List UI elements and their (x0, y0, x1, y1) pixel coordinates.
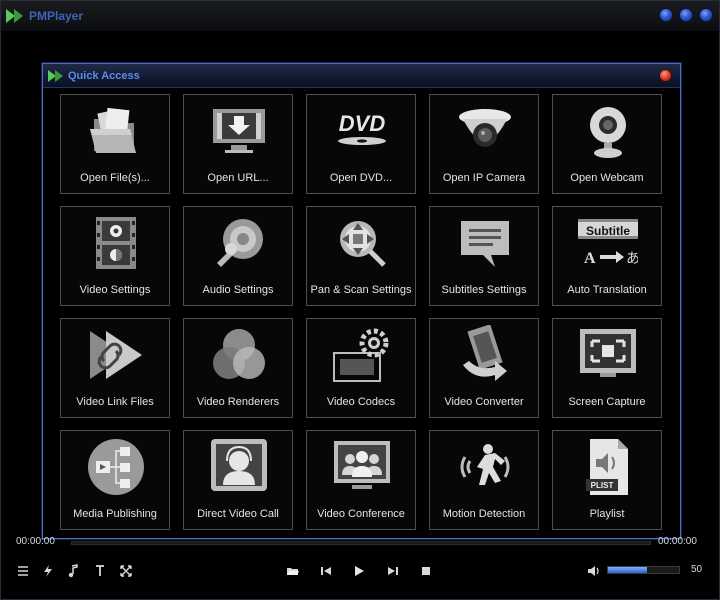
maximize-button[interactable] (679, 8, 693, 22)
tile-label: Video Codecs (326, 396, 396, 408)
tile-label: Open Webcam (570, 172, 644, 184)
subtitles-icon (461, 221, 509, 267)
tile-label: Screen Capture (568, 396, 646, 408)
tile-label: Pan & Scan Settings (310, 284, 412, 296)
tile-media-publishing[interactable]: Media Publishing (60, 430, 170, 530)
app-logo-icon (6, 9, 23, 23)
pan-scan-icon (340, 221, 386, 267)
tile-label: Open DVD... (329, 172, 393, 184)
tile-open-files[interactable]: Open File(s)... (60, 94, 170, 194)
tile-open-webcam[interactable]: Open Webcam (552, 94, 662, 194)
music-note-icon[interactable] (63, 561, 83, 581)
close-button[interactable] (699, 8, 713, 22)
previous-icon[interactable] (316, 561, 336, 581)
main-window: PMPlayer Quick Access Open File(s)... Op… (0, 0, 720, 600)
menu-icon[interactable] (13, 561, 33, 581)
svg-text:A: A (584, 250, 596, 267)
renderers-icon (213, 329, 265, 379)
dvd-icon: DVD (338, 111, 386, 145)
motion-detection-icon (460, 444, 510, 485)
folder-icon (90, 107, 136, 153)
subtitle-icon-text: Subtitle (586, 224, 630, 238)
tile-motion-detection[interactable]: Motion Detection (429, 430, 539, 530)
dialog-titlebar[interactable]: Quick Access (43, 64, 680, 88)
tile-subtitles-settings[interactable]: Subtitles Settings (429, 206, 539, 306)
tile-label: Open IP Camera (442, 172, 526, 184)
playlist-icon: PLIST (586, 439, 628, 495)
tile-video-link-files[interactable]: Video Link Files (60, 318, 170, 418)
codecs-icon (333, 328, 389, 382)
tile-label: Subtitles Settings (441, 284, 527, 296)
media-publishing-icon (88, 439, 144, 495)
volume-value: 50 (691, 564, 703, 575)
tile-label: Video Settings (79, 284, 151, 296)
tile-label: Playlist (589, 508, 625, 520)
fullscreen-icon[interactable] (116, 561, 136, 581)
volume-level (608, 567, 648, 573)
tile-video-conference[interactable]: Video Conference (306, 430, 416, 530)
dialog-logo-icon (48, 70, 63, 82)
svg-text:あ: あ (626, 251, 638, 267)
tile-label: Open URL... (207, 172, 269, 184)
quick-access-dialog: Quick Access Open File(s)... Open URL...… (42, 63, 681, 539)
screen-capture-icon (580, 329, 636, 377)
tile-audio-settings[interactable]: Audio Settings (183, 206, 293, 306)
dialog-close-button[interactable] (659, 69, 672, 82)
audio-settings-icon (217, 219, 263, 267)
playlist-icon-text: PLIST (591, 481, 614, 490)
speaker-icon[interactable] (584, 561, 604, 581)
tile-direct-video-call[interactable]: Direct Video Call (183, 430, 293, 530)
tile-open-url[interactable]: Open URL... (183, 94, 293, 194)
svg-text:DVD: DVD (339, 111, 386, 136)
tile-label: Audio Settings (202, 284, 274, 296)
video-settings-icon (96, 217, 136, 269)
volume-slider[interactable] (607, 566, 680, 574)
auto-translation-icon: Subtitle A あ (578, 219, 638, 267)
app-title: PMPlayer (29, 9, 84, 23)
text-subtitle-icon[interactable] (90, 561, 110, 581)
tile-open-dvd[interactable]: DVD Open DVD... (306, 94, 416, 194)
tile-label: Video Renderers (196, 396, 280, 408)
tile-playlist[interactable]: PLIST Playlist (552, 430, 662, 530)
converter-icon (463, 325, 507, 381)
tile-label: Video Conference (317, 508, 405, 520)
video-call-icon (211, 439, 267, 491)
tile-label: Video Converter (444, 396, 524, 408)
download-monitor-icon (213, 109, 265, 153)
tile-video-converter[interactable]: Video Converter (429, 318, 539, 418)
tile-video-renderers[interactable]: Video Renderers (183, 318, 293, 418)
window-titlebar[interactable]: PMPlayer (1, 1, 719, 31)
webcam-icon (590, 107, 626, 158)
next-icon[interactable] (383, 561, 403, 581)
lightning-icon[interactable] (38, 561, 58, 581)
time-elapsed: 00:00:00 (16, 536, 55, 547)
tile-video-codecs[interactable]: Video Codecs (306, 318, 416, 418)
tile-label: Open File(s)... (80, 172, 150, 184)
time-total: 00:00:00 (658, 536, 697, 547)
open-folder-icon[interactable] (283, 561, 303, 581)
tile-auto-translation[interactable]: Subtitle A あ Auto Translation (552, 206, 662, 306)
tile-open-ip-camera[interactable]: Open IP Camera (429, 94, 539, 194)
tile-label: Video Link Files (76, 396, 154, 408)
tile-pan-scan-settings[interactable]: Pan & Scan Settings (306, 206, 416, 306)
seek-bar[interactable] (71, 541, 651, 545)
tile-label: Media Publishing (73, 508, 157, 520)
ip-camera-icon (459, 109, 511, 147)
tile-screen-capture[interactable]: Screen Capture (552, 318, 662, 418)
tile-label: Motion Detection (442, 508, 526, 520)
minimize-button[interactable] (659, 8, 673, 22)
play-icon[interactable] (349, 561, 369, 581)
tile-label: Auto Translation (567, 284, 647, 296)
tile-video-settings[interactable]: Video Settings (60, 206, 170, 306)
video-link-icon (90, 331, 142, 379)
dialog-title: Quick Access (68, 70, 140, 82)
video-conference-icon (334, 441, 390, 489)
tile-label: Direct Video Call (197, 508, 279, 520)
stop-icon[interactable] (416, 561, 436, 581)
